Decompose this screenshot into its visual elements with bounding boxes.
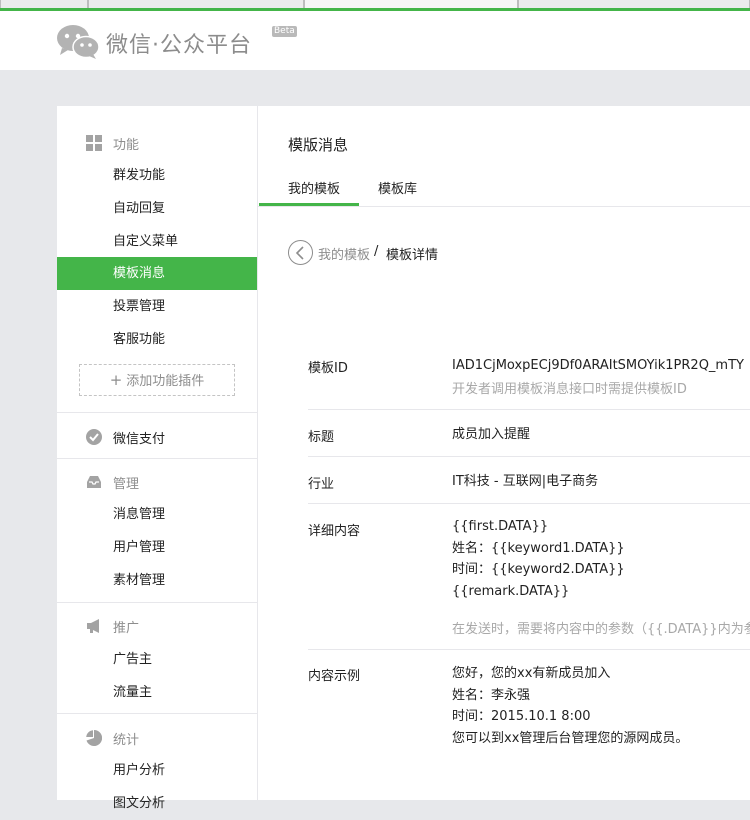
- wechat-pay-icon: [86, 429, 102, 445]
- back-button[interactable]: [288, 240, 313, 265]
- detail-row-title: 标题 成员加入提醒: [308, 410, 750, 457]
- content-label: 详细内容: [308, 524, 361, 539]
- example-line: 您可以到xx管理后台管理您的源网成员。: [452, 731, 689, 746]
- sidebar-section-title: 微信支付: [113, 432, 166, 447]
- browser-tab[interactable]: [518, 0, 750, 8]
- sidebar-divider: [57, 412, 257, 413]
- title-value: 成员加入提醒: [452, 427, 531, 442]
- sidebar-item-customer-service[interactable]: 客服功能: [57, 323, 257, 356]
- sidebar-item-publisher[interactable]: 流量主: [57, 676, 257, 709]
- sidebar-section-functions: 功能: [57, 126, 257, 159]
- sidebar-section-title: 推广: [113, 621, 140, 636]
- wechat-logo-icon[interactable]: [56, 24, 100, 60]
- sidebar: 功能 群发功能 自动回复 自定义菜单 模板消息 投票管理 客服功能 + 添加功能插…: [57, 106, 258, 811]
- sidebar-section-promotion: 推广: [57, 609, 257, 642]
- beta-badge: Beta: [272, 26, 297, 37]
- main-content: 模版消息 我的模板 模板库 我的模板 / 模板详情 模板ID IAD1CjMox…: [258, 106, 750, 800]
- example-label: 内容示例: [308, 669, 361, 684]
- detail-row-template-id: 模板ID IAD1CjMoxpECj9Df0ARAItSMOYik1PR2Q_m…: [308, 341, 750, 410]
- add-plugin-button[interactable]: + 添加功能插件: [79, 364, 235, 396]
- sidebar-item-user-analysis[interactable]: 用户分析: [57, 754, 257, 787]
- content-hint: 在发送时，需要将内容中的参数（{{.DATA}}内为参: [452, 622, 750, 637]
- sidebar-section-statistics: 统计: [57, 721, 257, 754]
- sidebar-item-auto-reply[interactable]: 自动回复: [57, 192, 257, 225]
- sidebar-item-message-management[interactable]: 消息管理: [57, 498, 257, 531]
- detail-row-example: 内容示例 您好，您的xx有新成员加入 姓名：李永强 时间：2015.10.1 8…: [308, 650, 750, 800]
- sidebar-section-title: 功能: [113, 138, 140, 153]
- active-tab-indicator: [259, 203, 359, 206]
- sidebar-item-custom-menu[interactable]: 自定义菜单: [57, 225, 257, 258]
- tab-template-library[interactable]: 模板库: [378, 178, 417, 197]
- sidebar-section-title: 管理: [113, 477, 140, 492]
- tab-bar: 我的模板 模板库: [258, 170, 750, 207]
- sidebar-section-wechat-pay[interactable]: 微信支付: [57, 420, 257, 453]
- sidebar-item-material-management[interactable]: 素材管理: [57, 564, 257, 597]
- plus-icon: +: [109, 371, 123, 389]
- chevron-left-icon: [295, 246, 304, 260]
- breadcrumb-link-my-templates[interactable]: 我的模板: [318, 244, 370, 263]
- industry-value: IT科技 - 互联网|电子商务: [452, 474, 599, 489]
- browser-tab[interactable]: [88, 0, 304, 8]
- grid-icon: [86, 135, 102, 151]
- pie-chart-icon: [86, 730, 102, 746]
- sidebar-section-title: 统计: [113, 733, 140, 748]
- content-line: 时间：{{keyword2.DATA}}: [452, 562, 625, 577]
- content-panel: 功能 群发功能 自动回复 自定义菜单 模板消息 投票管理 客服功能 + 添加功能插…: [57, 106, 750, 811]
- browser-tab[interactable]: [0, 0, 88, 8]
- sidebar-divider: [57, 602, 257, 603]
- title-label: 标题: [308, 430, 335, 445]
- brand-name[interactable]: 微信·公众平台: [106, 27, 252, 59]
- template-id-value[interactable]: IAD1CjMoxpECj9Df0ARAItSMOYik1PR2Q_mTY: [452, 355, 744, 376]
- detail-row-content: 详细内容 {{first.DATA}} 姓名：{{keyword1.DATA}}…: [308, 504, 750, 650]
- megaphone-icon: [87, 619, 99, 633]
- sidebar-item-mass-send[interactable]: 群发功能: [57, 159, 257, 192]
- top-header: 微信·公众平台 Beta: [0, 11, 750, 70]
- add-plugin-label: 添加功能插件: [126, 374, 205, 389]
- browser-tab-active[interactable]: [304, 0, 518, 8]
- sidebar-item-advertiser[interactable]: 广告主: [57, 643, 257, 676]
- sidebar-item-vote-management[interactable]: 投票管理: [57, 290, 257, 323]
- example-line: 时间：2015.10.1 8:00: [452, 709, 591, 724]
- template-id-hint: 开发者调用模板消息接口时需提供模板ID: [452, 382, 687, 397]
- page-title: 模版消息: [288, 136, 349, 154]
- sidebar-section-management: 管理: [57, 465, 257, 498]
- content-line: 姓名：{{keyword1.DATA}}: [452, 541, 625, 556]
- example-line: 您好，您的xx有新成员加入: [452, 666, 611, 681]
- template-id-label: 模板ID: [308, 361, 348, 376]
- sidebar-item-template-message[interactable]: 模板消息: [57, 257, 257, 290]
- breadcrumb-current: 模板详情: [386, 248, 439, 263]
- sidebar-divider: [57, 713, 257, 714]
- sidebar-divider: [57, 458, 257, 459]
- content-line: {{remark.DATA}}: [452, 584, 570, 599]
- example-line: 姓名：李永强: [452, 688, 531, 703]
- detail-row-industry: 行业 IT科技 - 互联网|电子商务: [308, 457, 750, 504]
- inbox-icon: [87, 476, 101, 488]
- breadcrumb-separator: /: [374, 244, 379, 259]
- sidebar-item-article-analysis[interactable]: 图文分析: [57, 787, 257, 820]
- content-line: {{first.DATA}}: [452, 519, 549, 534]
- tab-my-templates[interactable]: 我的模板: [288, 178, 340, 197]
- sidebar-item-user-management[interactable]: 用户管理: [57, 531, 257, 564]
- industry-label: 行业: [308, 477, 335, 492]
